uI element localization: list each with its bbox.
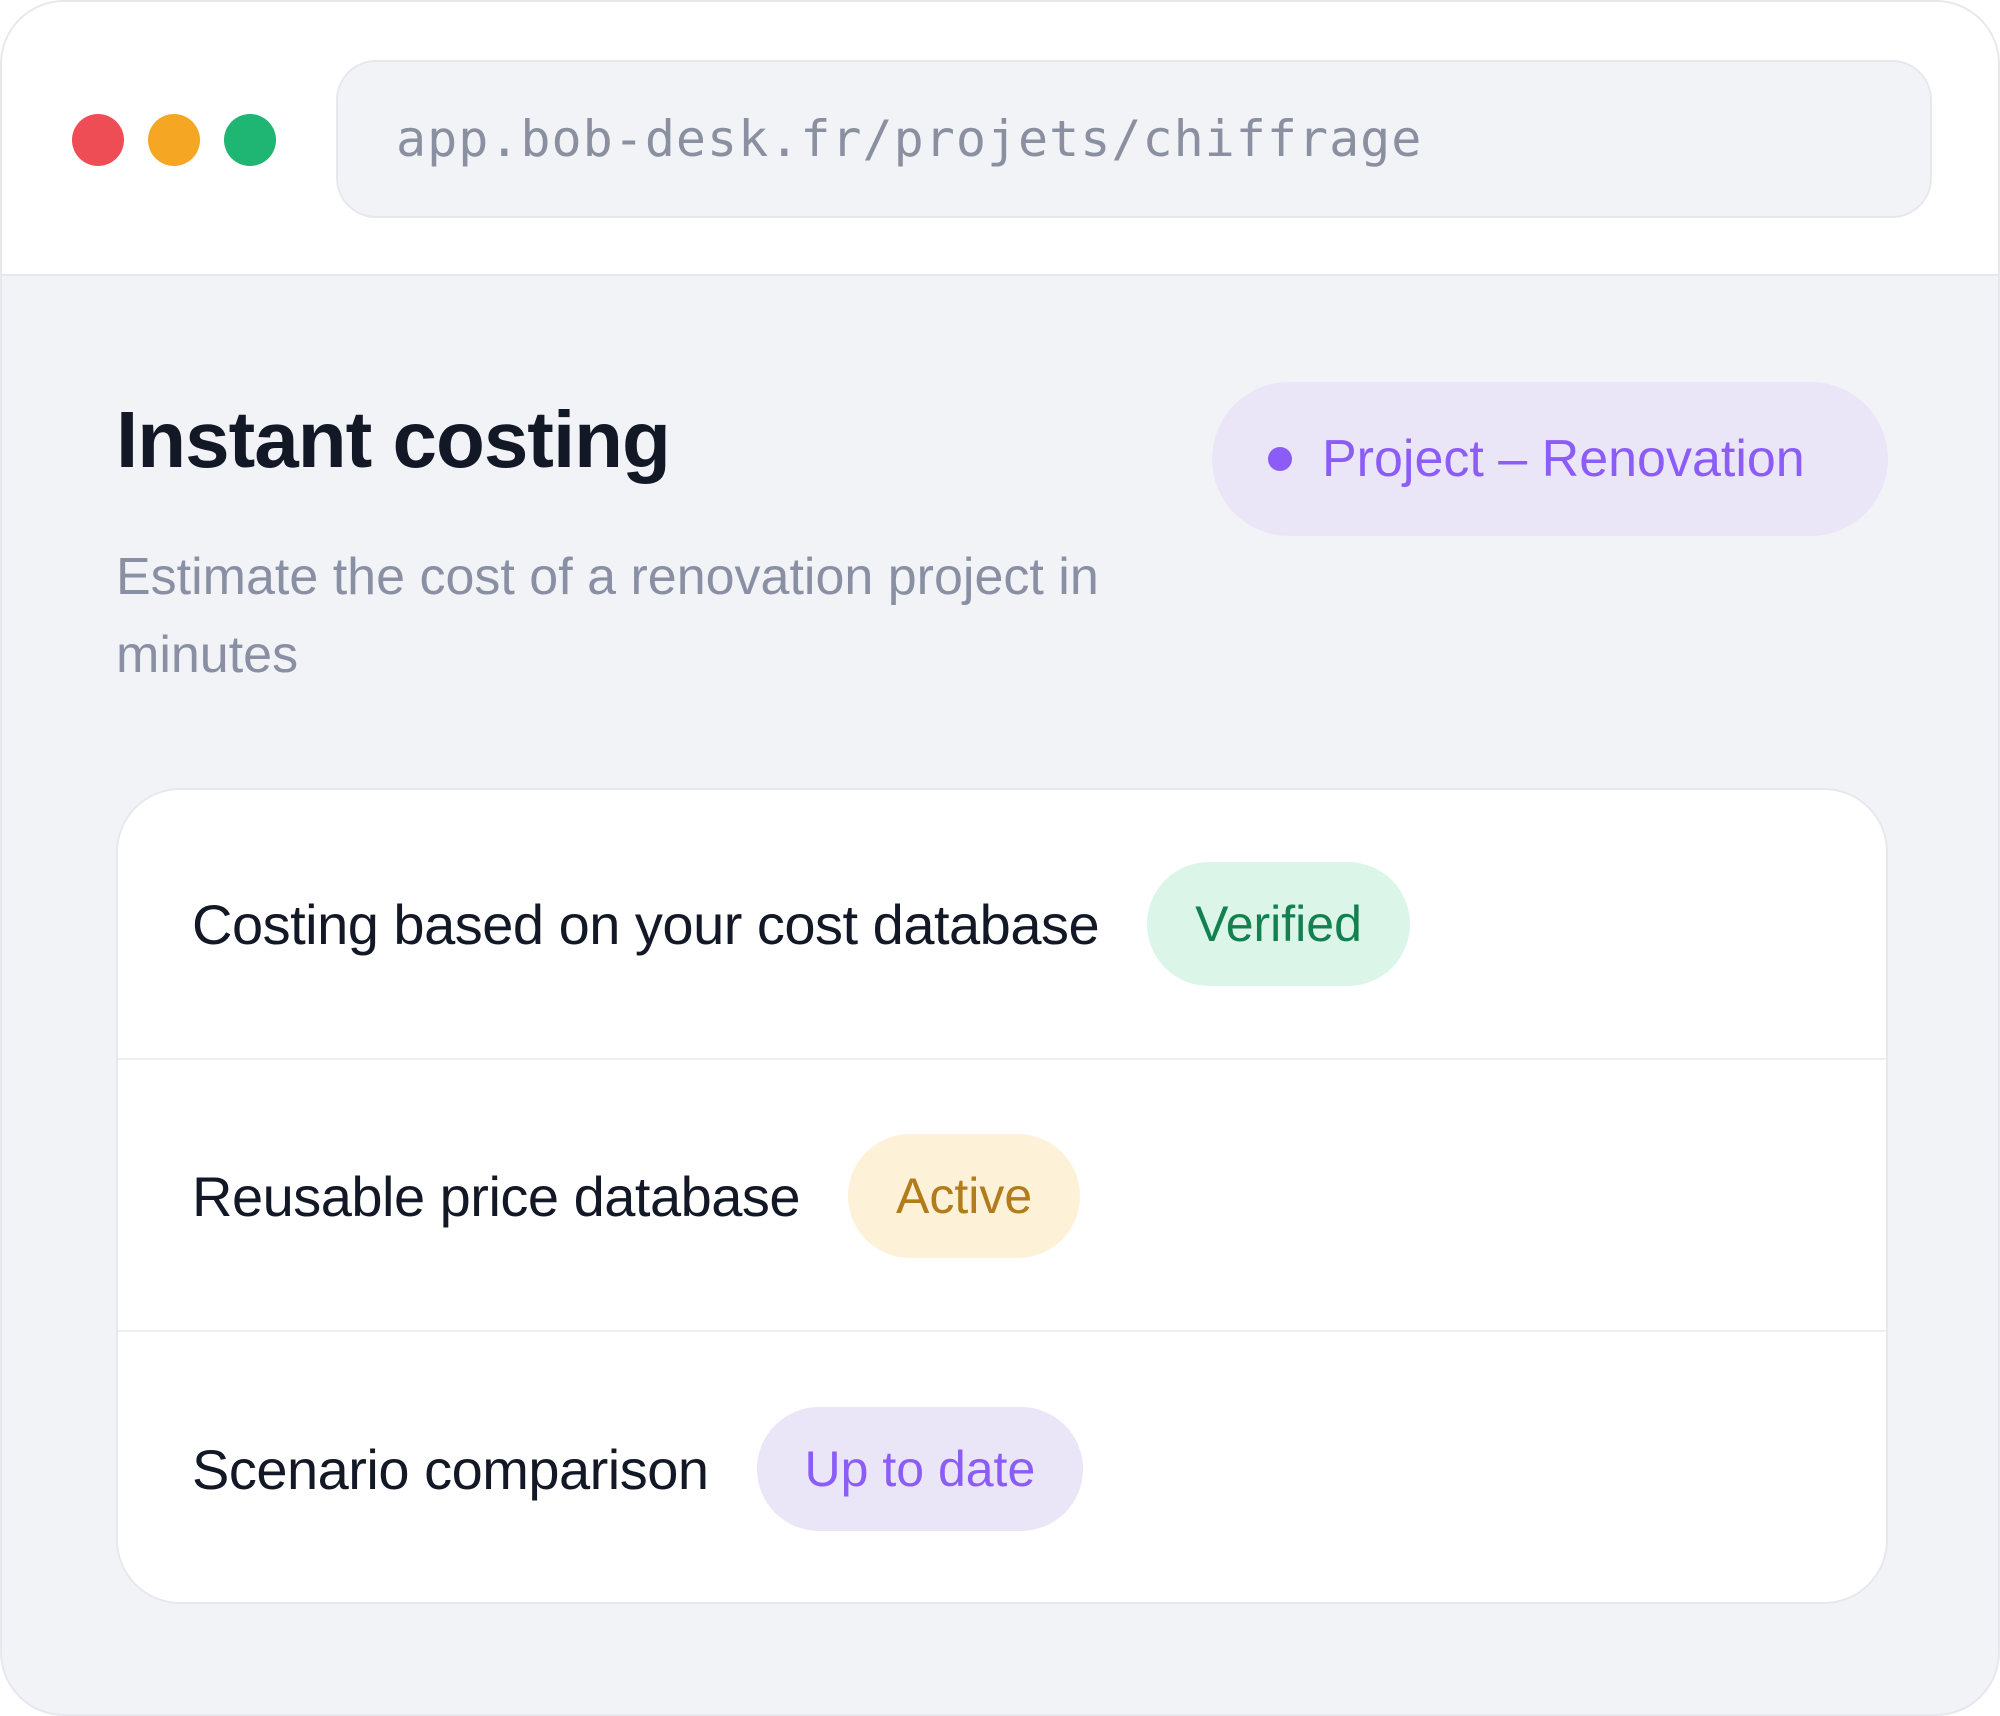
feature-label: Costing based on your cost database	[192, 892, 1100, 956]
maximize-window-button[interactable]	[224, 114, 276, 166]
feature-row: Costing based on your cost database Veri…	[118, 790, 1886, 1060]
feature-label: Reusable price database	[192, 1164, 801, 1228]
status-badge-active: Active	[848, 1134, 1081, 1258]
project-badge-label: Project – Renovation	[1322, 430, 1805, 488]
app-window: app.bob-desk.fr/projets/chiffrage Instan…	[0, 0, 2000, 1716]
browser-titlebar: app.bob-desk.fr/projets/chiffrage	[2, 2, 1998, 276]
feature-list-card: Costing based on your cost database Veri…	[116, 788, 1888, 1604]
project-badge[interactable]: Project – Renovation	[1212, 382, 1888, 536]
page-title: Instant costing	[116, 395, 671, 484]
page-subtitle: Estimate the cost of a renovation projec…	[116, 548, 1099, 684]
minimize-window-button[interactable]	[148, 114, 200, 166]
status-dot-icon	[1268, 447, 1292, 471]
feature-label: Scenario comparison	[192, 1437, 709, 1501]
status-badge-verified: Verified	[1147, 862, 1410, 986]
feature-row: Reusable price database Active	[118, 1062, 1886, 1332]
url-text: app.bob-desk.fr/projets/chiffrage	[396, 110, 1423, 168]
status-badge-up-to-date: Up to date	[756, 1407, 1084, 1531]
close-window-button[interactable]	[72, 114, 124, 166]
feature-row: Scenario comparison Up to date	[118, 1334, 1886, 1602]
address-bar[interactable]: app.bob-desk.fr/projets/chiffrage	[336, 60, 1932, 218]
